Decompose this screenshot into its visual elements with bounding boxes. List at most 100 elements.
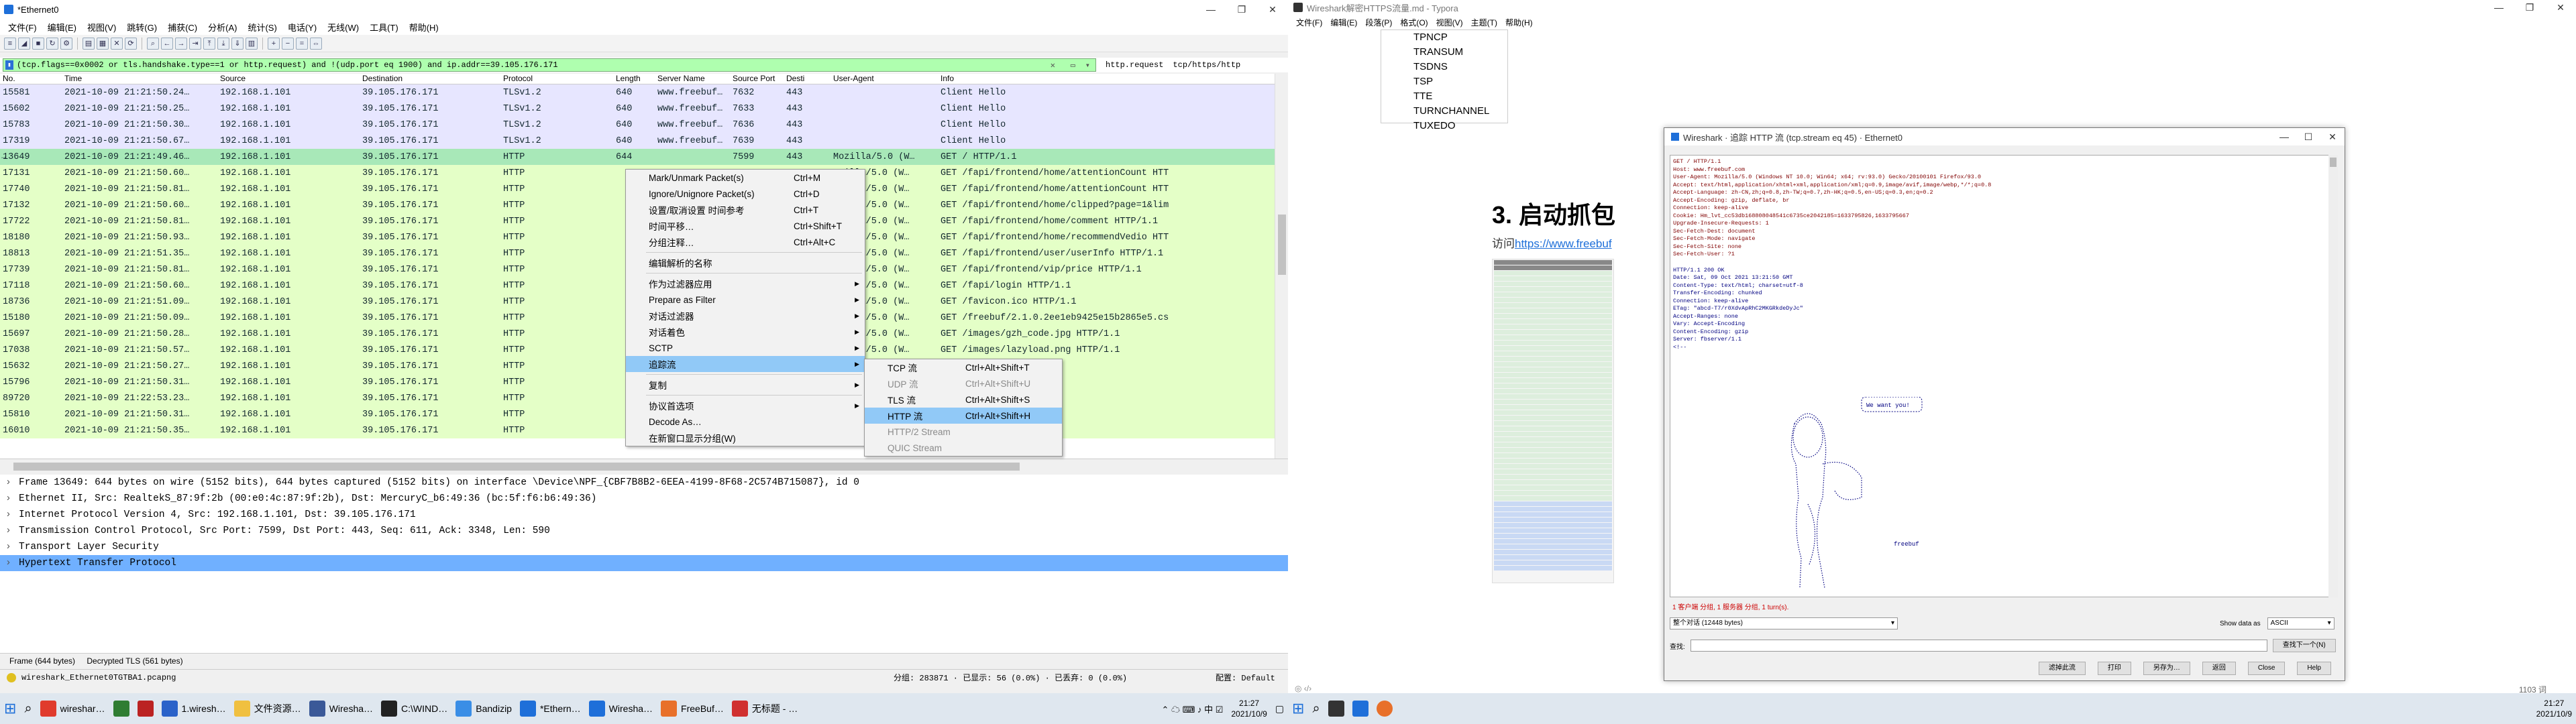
context-menu-item[interactable]: 复制 ▶ <box>626 377 865 393</box>
typora-close-button[interactable]: ✕ <box>2545 2 2576 13</box>
follow-dialog-button[interactable]: 滤掉此流 <box>2038 662 2086 675</box>
context-menu-item[interactable]: HTTP 流 Ctrl+Alt+Shift+H <box>865 408 1062 424</box>
tab-frame-bytes[interactable]: Frame (644 bytes) <box>9 656 75 666</box>
search-button-secondary[interactable]: ⌕ <box>1308 693 1324 724</box>
context-menu-item[interactable]: Prepare as Filter ▶ <box>626 292 865 308</box>
clock-secondary[interactable]: 21:27 2021/10/9 <box>2532 693 2576 724</box>
context-menu-item[interactable]: 时间平移… Ctrl+Shift+T <box>626 218 865 234</box>
follow-maximize-button[interactable]: ☐ <box>2296 131 2320 143</box>
context-menu-item[interactable]: Ignore/Unignore Packet(s) Ctrl+D <box>626 186 865 202</box>
show-data-as-select[interactable]: ASCII ▾ <box>2267 617 2334 629</box>
first-packet-icon[interactable]: ⤒ <box>203 37 215 50</box>
capture-options-icon[interactable]: ⚙ <box>60 37 72 50</box>
follow-dialog-button[interactable]: 返回 <box>2202 662 2236 675</box>
follow-dialog-button[interactable]: Close <box>2247 662 2286 675</box>
column-header[interactable]: Length <box>613 74 655 84</box>
detail-row[interactable]: › Frame 13649: 644 bytes on wire (5152 bi… <box>0 475 1288 491</box>
reload-icon[interactable]: ⟳ <box>125 37 137 50</box>
context-menu-item[interactable]: Mark/Unmark Packet(s) Ctrl+M <box>626 170 865 186</box>
taskbar-app[interactable]: 文件资源… <box>230 693 305 724</box>
menu-item[interactable]: 统计(S) <box>242 21 282 34</box>
colorize-icon[interactable]: ▥ <box>246 37 258 50</box>
find-packet-icon[interactable]: ⌕ <box>147 37 159 50</box>
bookmark-icon[interactable]: ▮ <box>5 60 13 70</box>
task-firefox[interactable] <box>1373 693 1397 724</box>
context-menu-item[interactable]: 协议首选项 ▶ <box>626 398 865 414</box>
taskbar-app[interactable]: C:\WIND… <box>377 693 451 724</box>
taskbar-app[interactable]: wireshar… <box>36 693 109 724</box>
start-capture-icon[interactable]: ◢ <box>18 37 30 50</box>
conversation-select[interactable]: 整个对话 (12448 bytes) ▾ <box>1670 617 1898 629</box>
menu-item[interactable]: 视图(V) <box>82 21 121 34</box>
zoom-reset-icon[interactable]: = <box>296 37 308 50</box>
close-file-icon[interactable]: ✕ <box>111 37 123 50</box>
detail-row[interactable]: › Hypertext Transfer Protocol <box>0 555 1288 571</box>
column-header[interactable]: Server Name <box>655 74 730 84</box>
profile-label[interactable]: 配置: Default <box>1216 672 1275 683</box>
task-wireshark[interactable] <box>1348 693 1373 724</box>
interfaces-icon[interactable]: ≡ <box>4 37 16 50</box>
context-menu-item[interactable]: TCP 流 Ctrl+Alt+Shift+T <box>865 359 1062 375</box>
start-button-secondary[interactable]: ⊞ <box>1288 693 1308 724</box>
column-header[interactable]: Protocol <box>500 74 613 84</box>
context-menu-item[interactable]: SCTP ▶ <box>626 340 865 356</box>
find-input[interactable] <box>1690 640 2267 652</box>
context-menu-item[interactable]: 编辑解析的名称 <box>626 255 865 271</box>
context-menu-item[interactable]: 设置/取消设置 时间参考 Ctrl+T <box>626 202 865 218</box>
follow-dialog-button[interactable]: Help <box>2297 662 2331 675</box>
minimize-button[interactable]: — <box>1195 4 1226 15</box>
context-menu-item[interactable]: 作为过滤器应用 ▶ <box>626 276 865 292</box>
typora-minimize-button[interactable]: — <box>2483 2 2514 13</box>
scrollbar-thumb[interactable] <box>1278 215 1286 275</box>
menu-item[interactable]: 工具(T) <box>364 21 404 34</box>
column-header[interactable]: Desti <box>784 74 830 84</box>
column-header[interactable]: No. <box>0 74 62 84</box>
menu-item[interactable]: 无线(W) <box>322 21 364 34</box>
stream-scrollbar[interactable] <box>2328 155 2338 597</box>
taskbar-app[interactable]: 无标题 - … <box>728 693 802 724</box>
context-menu-item[interactable]: 对话过滤器 ▶ <box>626 308 865 324</box>
go-back-icon[interactable]: ← <box>161 37 173 50</box>
context-menu-item[interactable]: TLS 流 Ctrl+Alt+Shift+S <box>865 391 1062 408</box>
typora-menu-item[interactable]: 段落(P) <box>1361 17 1396 28</box>
zoom-in-icon[interactable]: + <box>268 37 280 50</box>
open-file-icon[interactable]: ▤ <box>83 37 95 50</box>
taskbar-app[interactable]: Wiresha… <box>305 693 377 724</box>
packet-list-hscroll[interactable] <box>0 459 1288 473</box>
last-packet-icon[interactable]: ⤓ <box>217 37 229 50</box>
context-menu-item[interactable]: 在新窗口显示分组(W) <box>626 430 865 446</box>
maximize-button[interactable]: ❐ <box>1226 4 1257 15</box>
menu-item[interactable]: 文件(F) <box>3 21 42 34</box>
hscroll-thumb[interactable] <box>13 463 1020 471</box>
freebuf-link[interactable]: https://www.freebuf <box>1515 237 1612 250</box>
filter-button-tcp-https-http[interactable]: tcp/https/http <box>1173 60 1240 70</box>
start-button[interactable]: ⊞ <box>0 693 20 724</box>
search-button[interactable]: ⌕ <box>20 693 36 724</box>
expand-arrow-icon[interactable]: › <box>5 526 19 536</box>
expand-arrow-icon[interactable]: › <box>5 509 19 520</box>
context-menu-item[interactable]: Decode As… <box>626 414 865 430</box>
packet-list-scrollbar[interactable] <box>1275 74 1288 459</box>
context-menu-item[interactable]: 对话着色 ▶ <box>626 324 865 340</box>
detail-row[interactable]: › Internet Protocol Version 4, Src: 192.1… <box>0 507 1288 523</box>
task-typora[interactable] <box>1324 693 1348 724</box>
typora-menu-item[interactable]: 格式(O) <box>1396 17 1432 28</box>
menu-item[interactable]: 跳转(G) <box>121 21 162 34</box>
column-header[interactable]: Source Port <box>730 74 784 84</box>
typora-menu-item[interactable]: 视图(V) <box>1432 17 1467 28</box>
go-forward-icon[interactable]: → <box>175 37 187 50</box>
typora-menu-item[interactable]: 主题(T) <box>1467 17 1501 28</box>
filter-dropdown-icon[interactable]: ▾ <box>1085 60 1090 71</box>
stream-content[interactable]: GET / HTTP/1.1 Host: www.freebuf.com User-… <box>1670 155 2331 597</box>
table-row[interactable]: 15602 2021-10-09 21:21:50.25… 192.168.1.10… <box>0 101 1288 117</box>
expand-arrow-icon[interactable]: › <box>5 477 19 488</box>
menu-item[interactable]: 帮助(H) <box>404 21 444 34</box>
go-to-packet-icon[interactable]: ⇥ <box>189 37 201 50</box>
find-next-button[interactable]: 查找下一个(N) <box>2272 639 2336 652</box>
detail-row[interactable]: › Transport Layer Security <box>0 539 1288 555</box>
resize-columns-icon[interactable]: ⇔ <box>310 37 322 50</box>
table-row[interactable]: 17319 2021-10-09 21:21:50.67… 192.168.1.10… <box>0 133 1288 149</box>
follow-dialog-button[interactable]: 打印 <box>2097 662 2131 675</box>
detail-row[interactable]: › Ethernet II, Src: RealtekS_87:9f:2b (00… <box>0 491 1288 507</box>
filter-apply-icon[interactable]: ▭ <box>1071 60 1075 71</box>
